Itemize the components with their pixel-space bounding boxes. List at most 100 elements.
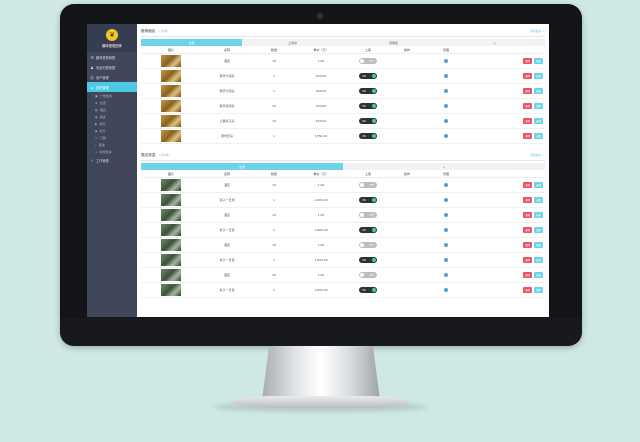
delete-button[interactable]: 删除 <box>523 88 533 94</box>
info-dot-icon[interactable] <box>444 228 448 232</box>
listing-toggle[interactable]: ON <box>359 103 377 109</box>
edit-button[interactable]: 编辑 <box>534 197 543 203</box>
listing-toggle[interactable]: ON <box>359 118 377 124</box>
edit-button[interactable]: 编辑 <box>534 287 543 293</box>
delete-button[interactable]: 删除 <box>523 287 533 293</box>
tab[interactable]: 全部 <box>141 163 343 170</box>
tab[interactable]: 全部 <box>141 39 242 46</box>
thumbnail-image[interactable] <box>161 239 181 251</box>
edit-button[interactable]: 编辑 <box>534 257 543 263</box>
delete-button[interactable]: 删除 <box>523 133 533 139</box>
delete-button[interactable]: 删除 <box>523 212 533 218</box>
listing-toggle[interactable]: ON <box>359 73 377 79</box>
delete-button[interactable]: 删除 <box>523 242 533 248</box>
info-dot-icon[interactable] <box>444 59 448 63</box>
tab[interactable]: + <box>343 163 545 170</box>
edit-button[interactable]: 编辑 <box>534 88 543 94</box>
sidebar-item[interactable]: • 其他 <box>87 141 137 148</box>
sidebar-item[interactable]: ▶ 游玩 <box>87 120 137 127</box>
info-dot-icon[interactable] <box>444 258 448 262</box>
check-icon: ✓ <box>90 157 94 163</box>
info-dot-icon[interactable] <box>444 273 448 277</box>
info-dot-icon[interactable] <box>444 213 448 217</box>
listing-toggle[interactable]: ON <box>359 197 377 203</box>
section-tours: 周边旅游 (共10条) 查看更多>> 全部 + 图片 名称 数量 单价（元） 上架 操作 管理… <box>141 150 545 298</box>
edit-button[interactable]: 编辑 <box>534 212 543 218</box>
listing-toggle[interactable]: OFF <box>359 242 377 248</box>
sidebar-item[interactable]: ☰ 趣味爸爸管理 <box>87 52 137 62</box>
sidebar-item[interactable]: ☺ 用户管理 <box>87 72 137 82</box>
edit-button[interactable]: 编辑 <box>534 103 543 109</box>
delete-button[interactable]: 删除 <box>523 58 533 64</box>
info-dot-icon[interactable] <box>444 74 448 78</box>
thumbnail-image[interactable] <box>161 115 181 127</box>
delete-button[interactable]: 删除 <box>523 227 533 233</box>
thumbnail-image[interactable] <box>161 130 181 142</box>
delete-button[interactable]: 删除 <box>523 197 533 203</box>
listing-toggle[interactable]: ON <box>359 227 377 233</box>
listing-toggle[interactable]: ON <box>359 257 377 263</box>
listing-toggle[interactable]: OFF <box>359 58 377 64</box>
edit-button[interactable]: 编辑 <box>534 242 543 248</box>
info-dot-icon[interactable] <box>444 134 448 138</box>
delete-button[interactable]: 删除 <box>523 182 533 188</box>
row-actions: 删除 编辑 <box>467 272 545 278</box>
delete-button[interactable]: 删除 <box>523 272 533 278</box>
edit-button[interactable]: 编辑 <box>534 73 543 79</box>
edit-button[interactable]: 编辑 <box>534 58 543 64</box>
info-dot-icon[interactable] <box>444 198 448 202</box>
thumbnail-image[interactable] <box>161 70 181 82</box>
sidebar-item[interactable]: ⌂ 首页管理 <box>87 82 137 92</box>
info-dot-icon[interactable] <box>444 104 448 108</box>
thumbnail-image[interactable] <box>161 55 181 67</box>
thumbnail-image[interactable] <box>161 284 181 296</box>
listing-toggle[interactable]: OFF <box>359 182 377 188</box>
listing-toggle[interactable]: ON <box>359 133 377 139</box>
info-dot-icon[interactable] <box>444 183 448 187</box>
sidebar-item[interactable]: ♟ 商品列表管理 <box>87 62 137 72</box>
listing-toggle[interactable]: ON <box>359 88 377 94</box>
edit-button[interactable]: 编辑 <box>534 118 543 124</box>
info-dot-icon[interactable] <box>444 89 448 93</box>
sidebar-item[interactable]: ✓ 工作管理 <box>87 155 137 165</box>
edit-button[interactable]: 编辑 <box>534 133 543 139</box>
edit-button[interactable]: 编辑 <box>534 182 543 188</box>
thumbnail-image[interactable] <box>161 269 181 281</box>
thumbnail-image[interactable] <box>161 224 181 236</box>
edit-button[interactable]: 编辑 <box>534 227 543 233</box>
sidebar-item[interactable]: ▤ 酒店 <box>87 106 137 113</box>
more-link[interactable]: 查看更多>> <box>530 29 545 33</box>
item-name: 豪华双床房 <box>219 104 235 108</box>
sidebar-item-label: 优选 <box>99 100 106 105</box>
more-link[interactable]: 查看更多>> <box>530 153 545 157</box>
thumbnail-image[interactable] <box>161 100 181 112</box>
listing-toggle[interactable]: OFF <box>359 272 377 278</box>
listing-toggle[interactable]: ON <box>359 287 377 293</box>
listing-toggle[interactable]: OFF <box>359 212 377 218</box>
edit-button[interactable]: 编辑 <box>534 272 543 278</box>
sidebar-item[interactable]: ★ 优选 <box>87 99 137 106</box>
item-quantity: 1 <box>273 198 275 202</box>
delete-button[interactable]: 删除 <box>523 118 533 124</box>
brand[interactable]: ❦ 趣味爸爸团体 <box>87 24 137 52</box>
info-dot-icon[interactable] <box>444 243 448 247</box>
thumbnail-image[interactable] <box>161 85 181 97</box>
sidebar-item[interactable]: ▭ 门票 <box>87 134 137 141</box>
sidebar-item[interactable]: ◆ 出行 <box>87 127 137 134</box>
tab[interactable]: 待审核 <box>343 39 444 46</box>
sidebar-item[interactable]: ▣ 广告板块 <box>87 92 137 99</box>
tab[interactable]: + <box>444 39 545 46</box>
manage-cell <box>425 273 467 277</box>
delete-button[interactable]: 删除 <box>523 73 533 79</box>
info-dot-icon[interactable] <box>444 288 448 292</box>
sidebar-item[interactable]: ◉ 美食 <box>87 113 137 120</box>
delete-button[interactable]: 删除 <box>523 257 533 263</box>
thumbnail-image[interactable] <box>161 254 181 266</box>
sidebar-item[interactable]: + 新增模块 <box>87 148 137 155</box>
thumbnail-image[interactable] <box>161 179 181 191</box>
thumbnail-image[interactable] <box>161 194 181 206</box>
tab[interactable]: 上线中 <box>242 39 343 46</box>
delete-button[interactable]: 删除 <box>523 103 533 109</box>
thumbnail-image[interactable] <box>161 209 181 221</box>
info-dot-icon[interactable] <box>444 119 448 123</box>
